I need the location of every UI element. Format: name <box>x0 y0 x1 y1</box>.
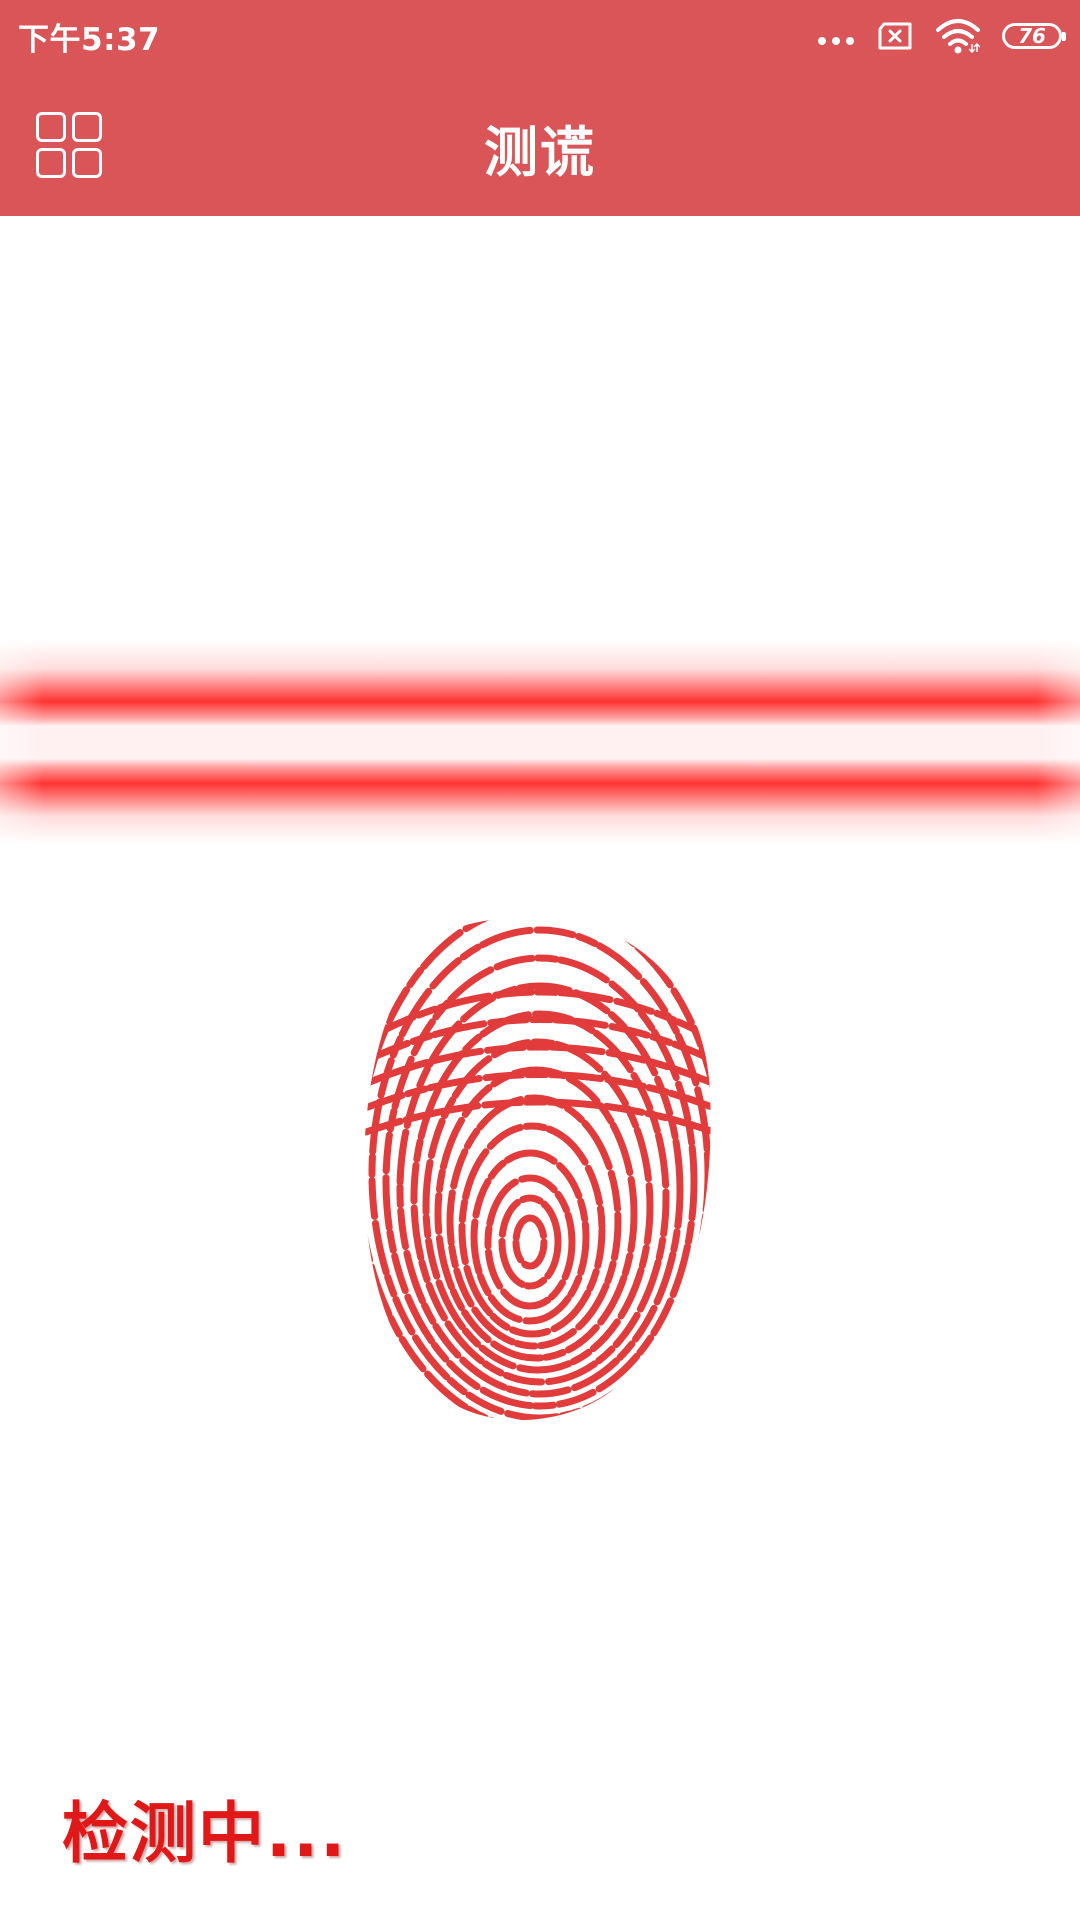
status-bar: 下午5:37 76 <box>0 0 1080 78</box>
sim-x-icon <box>878 22 912 50</box>
more-dots-icon <box>818 37 854 45</box>
wifi-icon <box>936 19 980 54</box>
detecting-status: 检测中... <box>62 1795 348 1872</box>
battery-icon: 76 <box>1002 23 1066 49</box>
scan-glow <box>0 640 1080 845</box>
battery-level: 76 <box>1018 24 1046 48</box>
fingerprint-icon[interactable] <box>360 912 720 1432</box>
page-title: 测谎 <box>484 121 596 184</box>
app-bar: 测谎 <box>0 78 1080 216</box>
scan-line <box>0 640 1080 845</box>
status-time: 下午5:37 <box>18 22 161 58</box>
status-icons: 76 <box>818 14 1066 58</box>
